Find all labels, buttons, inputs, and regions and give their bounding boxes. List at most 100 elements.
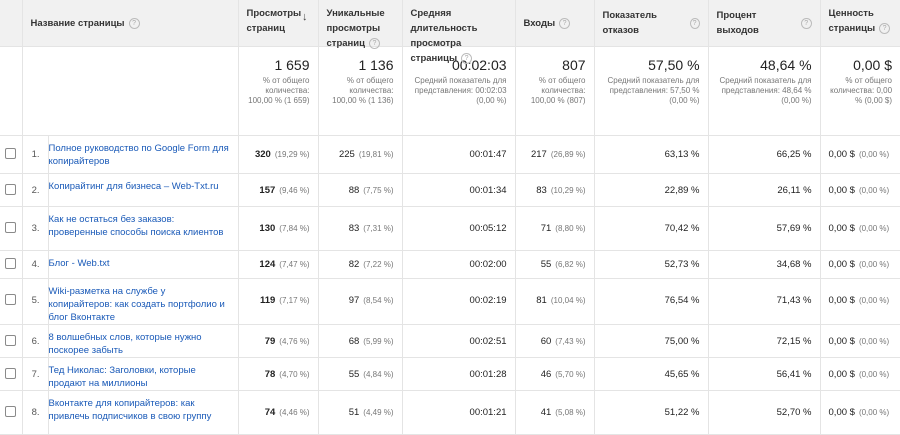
help-icon[interactable]: ? [559,17,571,29]
unique-pageviews-value: 68 [348,335,360,347]
row-index-text: 3. [31,223,40,234]
avg-duration-value: 00:02:19 [469,295,507,306]
page-link[interactable]: Полное руководство по Google Form для ко… [49,142,232,168]
exit-rate-value: 26,11 % [777,184,812,196]
page-link[interactable]: 8 волшебных слов, которые нужно поскорее… [49,331,232,357]
unique-pageviews-cell: 83 (7,31 %) [318,206,403,251]
row-checkbox[interactable] [5,367,17,379]
row-checkbox[interactable] [5,258,17,269]
row-checkbox[interactable] [5,148,17,159]
unique-pageviews-cell: 225 (19,81 %) [318,135,403,174]
row-checkbox[interactable] [5,334,17,346]
help-icon[interactable]: ? [689,17,700,29]
summary-exit-rate: 48,64 % Средний показатель для представле… [708,46,821,136]
table-row: 8. Вконтакте для копирайтеров: как привле… [0,390,900,435]
row-checkbox[interactable] [5,406,17,417]
avg-duration-value: 00:01:34 [469,184,507,196]
row-index: 2. [22,173,49,207]
bounce-rate-cell: 51,22 % [594,390,709,435]
row-checkbox[interactable] [5,294,17,305]
summary-value: 0,00 $ [853,57,893,73]
help-icon[interactable]: ? [879,22,891,34]
page-value-value: 0,00 $ [828,259,855,270]
exit-rate-cell: 71,43 % [708,278,821,325]
table-row: 3. Как не остаться без заказов: проверенн… [0,206,900,251]
unique-pageviews-percent: (7,31 %) [363,224,394,233]
help-icon[interactable]: ? [800,17,812,29]
page-link[interactable]: Как не остаться без заказов: проверенные… [49,213,232,239]
row-index: 1. [22,135,49,174]
sort-arrow-down-icon[interactable]: ↓ [302,10,308,25]
page-value-cell: 0,00 $ (0,00 %) [820,324,900,358]
pageviews-percent: (7,47 %) [279,260,310,269]
row-index-text: 1. [31,149,40,160]
exit-rate-value: 66,25 % [776,149,812,160]
help-icon[interactable]: ? [128,17,140,29]
page-value-cell: 0,00 $ (0,00 %) [820,278,900,325]
row-index: 7. [22,357,49,391]
unique-pageviews-percent: (7,22 %) [363,260,394,269]
page-value-percent: (0,00 %) [858,260,890,269]
exit-rate-cell: 56,41 % [708,357,821,391]
help-icon[interactable]: ? [461,52,473,64]
table-row: 5. Wiki-разметка на службе у копирайтеров… [0,278,900,325]
col-header-avg-duration[interactable]: Средняя длительность просмотра страницы? [402,0,516,64]
summary-subtext: % от общего количества: 100,00 % (807) [530,76,586,105]
row-index-text: 4. [31,259,40,270]
unique-pageviews-value: 51 [348,407,360,418]
exit-rate-value: 34,68 % [776,259,812,270]
summary-value: 1 659 [274,57,310,73]
avg-duration-cell: 00:02:00 [402,250,516,279]
page-cell: Копирайтинг для бизнеса – Web-Txt.ru [48,173,239,207]
page-value-percent: (0,00 %) [858,150,890,159]
row-checkbox[interactable] [5,222,17,233]
entrances-cell: 55 (6,82 %) [515,250,595,279]
pageviews-cell: 157 (9,46 %) [238,173,319,207]
col-header-page-value[interactable]: Ценность страницы? [820,0,900,47]
col-header-pageviews[interactable]: Просмотры страниц ↓ [238,0,319,47]
page-link[interactable]: Тед Николас: Заголовки, которые продают … [49,364,232,390]
page-value-value: 0,00 $ [828,335,855,347]
avg-duration-cell: 00:01:21 [402,390,516,435]
row-checkbox-cell [0,357,23,391]
page-link[interactable]: Вконтакте для копирайтеров: как привлечь… [49,397,232,423]
page-link[interactable]: Блог - Web.txt [49,257,232,270]
pageviews-percent: (19,29 %) [274,150,310,159]
bounce-rate-cell: 52,73 % [594,250,709,279]
bounce-rate-cell: 45,65 % [594,357,709,391]
avg-duration-value: 00:01:21 [469,407,507,418]
unique-pageviews-value: 225 [338,149,355,160]
page-link[interactable]: Копирайтинг для бизнеса – Web-Txt.ru [49,180,232,193]
unique-pageviews-value: 88 [348,184,360,196]
summary-value: 807 [562,57,586,73]
unique-pageviews-percent: (5,99 %) [363,336,394,346]
entrances-percent: (7,43 %) [555,336,586,346]
col-header-unique-pageviews[interactable]: Уникальные просмотры страниц? [318,0,403,49]
unique-pageviews-percent: (4,84 %) [363,369,394,379]
col-header-entrances[interactable]: Входы? [515,0,595,47]
help-icon[interactable]: ? [368,37,380,49]
bounce-rate-value: 51,22 % [664,407,700,418]
exit-rate-value: 72,15 % [776,335,812,347]
row-checkbox[interactable] [5,183,17,195]
row-index: 8. [22,390,49,435]
table-row: 2. Копирайтинг для бизнеса – Web-Txt.ru 15… [0,173,900,207]
col-header-page[interactable]: Название страницы? [22,0,239,47]
page-value-value: 0,00 $ [828,149,855,160]
pageviews-percent: (9,46 %) [279,185,310,195]
summary-page-value: 0,00 $ % от общего количества: 0,00 % (0,… [820,46,900,136]
page-value-cell: 0,00 $ (0,00 %) [820,357,900,391]
row-index-text: 6. [31,335,40,347]
unique-pageviews-cell: 88 (7,75 %) [318,173,403,207]
unique-pageviews-value: 55 [348,368,360,380]
avg-duration-cell: 00:02:51 [402,324,516,358]
entrances-percent: (26,89 %) [550,150,586,159]
entrances-percent: (6,82 %) [555,260,586,269]
entrances-cell: 41 (5,08 %) [515,390,595,435]
col-header-bounce-rate[interactable]: Показатель отказов? [594,0,709,47]
pageviews-percent: (4,70 %) [279,369,310,379]
row-index-text: 2. [31,184,40,196]
page-link[interactable]: Wiki-разметка на службе у копирайтеров: … [49,285,232,324]
bounce-rate-cell: 63,13 % [594,135,709,174]
col-header-exit-rate[interactable]: Процент выходов? [708,0,821,47]
